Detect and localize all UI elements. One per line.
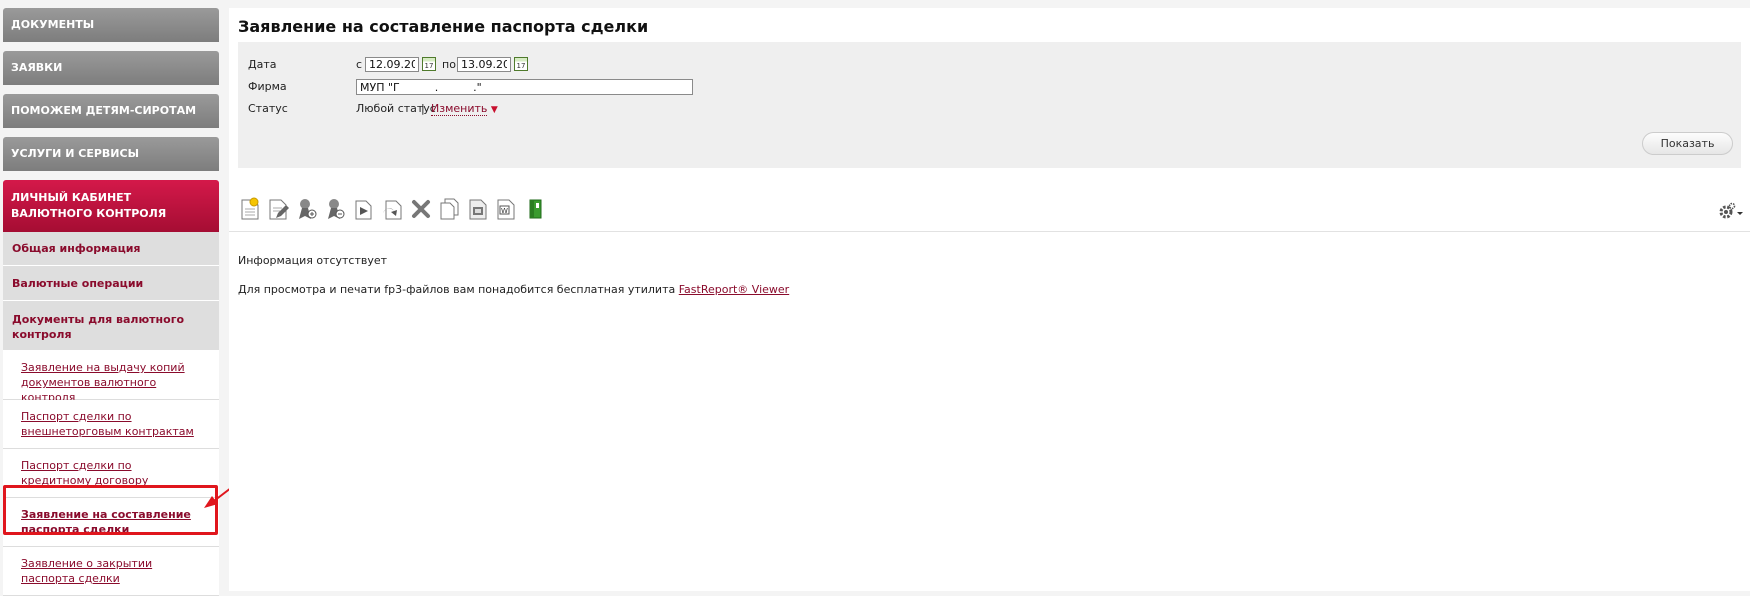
new-document-icon[interactable] <box>239 197 261 221</box>
edit-document-icon[interactable] <box>267 197 289 221</box>
highlight-box <box>3 485 218 535</box>
info-line: Для просмотра и печати fp3-файлов вам по… <box>238 283 789 296</box>
filter-panel: Дата с 17 по 17 Фирма Статус Любой стату… <box>238 42 1741 168</box>
nav-item-orphans[interactable]: ПОМОЖЕМ ДЕТЯМ-СИРОТАМ <box>3 94 219 128</box>
empty-message: Информация отсутствует <box>238 254 388 267</box>
leaf-link-credit-passport[interactable]: Паспорт сделки по кредитному договору <box>21 459 148 487</box>
print-icon[interactable] <box>467 197 489 221</box>
gear-icon[interactable] <box>1717 201 1743 221</box>
sub-item-currency-operations[interactable]: Валютные операции <box>3 266 219 301</box>
send-icon[interactable] <box>353 197 375 221</box>
leaf-item: Заявление на выдачу копий документов вал… <box>3 351 219 404</box>
date-to-input[interactable] <box>457 57 511 72</box>
copy-icon[interactable] <box>438 197 460 221</box>
show-button[interactable]: Показать <box>1642 132 1733 155</box>
leaf-link-copy-request[interactable]: Заявление на выдачу копий документов вал… <box>21 361 185 404</box>
sub-item-currency-documents[interactable]: Документы для валютного контроля <box>3 301 219 351</box>
nav-item-services[interactable]: УСЛУГИ И СЕРВИСЫ <box>3 137 219 171</box>
firm-label: Фирма <box>248 80 287 93</box>
archive-icon[interactable] <box>524 197 546 221</box>
leaf-item: Заявление о закрытии паспорта сделки <box>3 547 219 596</box>
sign-icon[interactable] <box>296 197 318 221</box>
date-label: Дата <box>248 58 277 71</box>
status-label: Статус <box>248 102 288 115</box>
main-content: Заявление на составление паспорта сделки… <box>229 8 1750 591</box>
leaf-link-close-passport[interactable]: Заявление о закрытии паспорта сделки <box>21 557 152 585</box>
export-word-icon[interactable]: W <box>495 197 517 221</box>
calendar-from-icon[interactable]: 17 <box>422 57 436 71</box>
date-from-input[interactable] <box>365 57 419 72</box>
firm-input[interactable] <box>356 79 693 95</box>
leaf-link-trade-passport[interactable]: Паспорт сделки по внешнеторговым контрак… <box>21 410 194 438</box>
page-title: Заявление на составление паспорта сделки <box>238 17 649 36</box>
status-separator: | <box>421 102 425 115</box>
status-change-link[interactable]: Изменить ▼ <box>431 102 498 116</box>
info-text: Для просмотра и печати fp3-файлов вам по… <box>238 283 676 296</box>
chevron-down-icon: ▼ <box>490 105 498 115</box>
remove-signature-icon[interactable] <box>324 197 346 221</box>
fastreport-viewer-link[interactable]: FastReport® Viewer <box>679 283 789 296</box>
toolbar-divider <box>229 231 1750 232</box>
sub-item-general-info[interactable]: Общая информация <box>3 232 219 266</box>
change-link-label: Изменить <box>431 102 488 116</box>
date-from-prefix: с <box>356 58 363 71</box>
svg-text:W: W <box>501 207 508 215</box>
calendar-to-icon[interactable]: 17 <box>514 57 528 71</box>
recall-icon[interactable] <box>381 197 403 221</box>
nav-item-currency-control[interactable]: ЛИЧНЫЙ КАБИНЕТ ВАЛЮТНОГО КОНТРОЛЯ <box>3 180 219 232</box>
leaf-item: Паспорт сделки по внешнеторговым контрак… <box>3 400 219 449</box>
nav-item-requests[interactable]: ЗАЯВКИ <box>3 51 219 85</box>
delete-icon[interactable] <box>410 197 432 221</box>
date-to-prefix: по <box>442 58 456 71</box>
nav-item-documents[interactable]: ДОКУМЕНТЫ <box>3 8 219 42</box>
